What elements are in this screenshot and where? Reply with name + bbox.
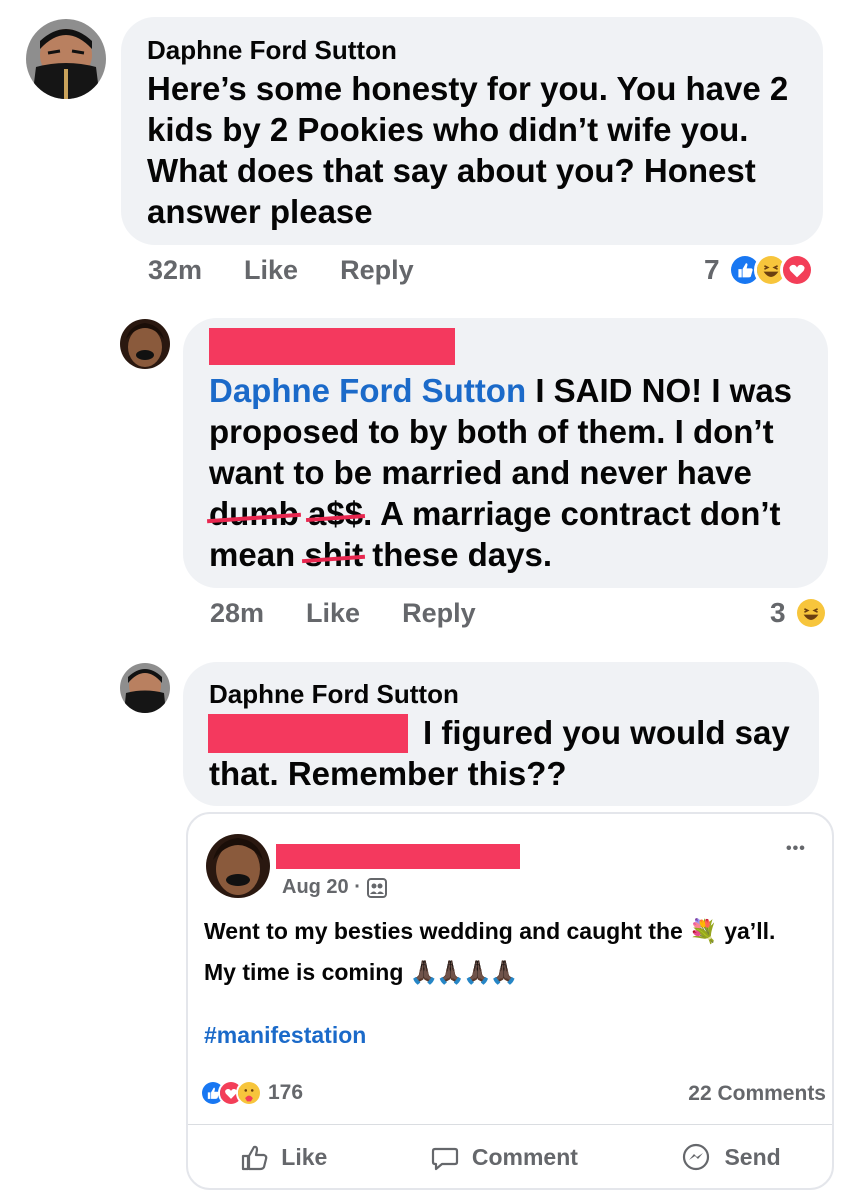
comment-bubble-1: Daphne Ford Sutton Here’s some honesty f… bbox=[121, 17, 823, 245]
like-link[interactable]: Like bbox=[306, 598, 360, 629]
avatar-commenter[interactable] bbox=[120, 319, 170, 369]
messenger-icon bbox=[683, 1143, 710, 1170]
post-send-button[interactable]: Send bbox=[680, 1142, 781, 1174]
post-comment-button[interactable]: Comment bbox=[430, 1143, 578, 1173]
post-reaction-summary[interactable]: 176 bbox=[200, 1080, 303, 1106]
avatar-daphne[interactable] bbox=[26, 19, 106, 99]
shared-post-card[interactable]: Aug 20 · ••• Went to my besties wedding … bbox=[186, 812, 834, 1190]
post-text: Went to my besties wedding and caught th… bbox=[204, 918, 776, 985]
comment-icon bbox=[431, 1147, 458, 1170]
friends-icon bbox=[366, 877, 387, 898]
mention-link[interactable]: Daphne Ford Sutton bbox=[209, 372, 526, 409]
strikethrough-word: dumb bbox=[209, 495, 299, 532]
thumbs-up-icon bbox=[242, 1145, 268, 1170]
love-icon bbox=[779, 253, 814, 287]
reply-link[interactable]: Reply bbox=[402, 598, 476, 629]
more-options-icon[interactable]: ••• bbox=[786, 840, 806, 858]
avatar-daphne[interactable] bbox=[120, 663, 170, 713]
post-date[interactable]: Aug 20 · bbox=[282, 876, 387, 899]
comment-text: that. Remember this?? bbox=[209, 755, 567, 792]
praying-hands-emoji: 🙏🏿🙏🏿🙏🏿🙏🏿 bbox=[409, 959, 519, 985]
post-action-bar: Like Comment Send bbox=[188, 1124, 832, 1190]
redacted-mention bbox=[208, 714, 408, 753]
care-icon bbox=[236, 1080, 262, 1106]
post-reaction-count: 176 bbox=[268, 1081, 304, 1104]
redacted-author-name bbox=[209, 328, 455, 365]
hashtag-link[interactable]: #manifestation bbox=[204, 1022, 366, 1049]
comments-count-link[interactable]: 22 Comments bbox=[688, 1082, 826, 1106]
comment-text: Daphne Ford Sutton I SAID NO! I was prop… bbox=[209, 372, 793, 573]
bouquet-emoji: 💐 bbox=[689, 918, 718, 944]
post-author-avatar[interactable] bbox=[206, 834, 270, 898]
comment-meta-1: 32m Like Reply bbox=[148, 255, 456, 286]
post-like-button[interactable]: Like bbox=[239, 1143, 327, 1173]
reaction-summary-2[interactable]: 3 bbox=[770, 596, 828, 630]
comment-text: I figured you would say bbox=[423, 714, 790, 751]
redacted-post-author bbox=[276, 844, 520, 869]
haha-icon bbox=[793, 596, 828, 630]
comment-author[interactable]: Daphne Ford Sutton bbox=[147, 35, 397, 66]
reply-link[interactable]: Reply bbox=[340, 255, 414, 286]
comment-time: 28m bbox=[210, 598, 265, 628]
reaction-count: 7 bbox=[704, 254, 720, 285]
reaction-summary-1[interactable]: 7 bbox=[704, 253, 814, 287]
comment-meta-2: 28m Like Reply bbox=[210, 598, 518, 629]
comment-bubble-3: Daphne Ford Sutton I figured you would s… bbox=[183, 662, 819, 806]
comment-time: 32m bbox=[148, 255, 203, 285]
comment-author[interactable]: Daphne Ford Sutton bbox=[209, 679, 459, 710]
like-link[interactable]: Like bbox=[244, 255, 298, 286]
strikethrough-word: shit bbox=[304, 536, 364, 573]
comment-text: Here’s some honesty for you. You have 2 … bbox=[147, 70, 789, 230]
strikethrough-word: a$$ bbox=[308, 495, 364, 532]
reaction-count: 3 bbox=[770, 597, 786, 628]
comment-bubble-2: Daphne Ford Sutton I SAID NO! I was prop… bbox=[183, 318, 828, 588]
